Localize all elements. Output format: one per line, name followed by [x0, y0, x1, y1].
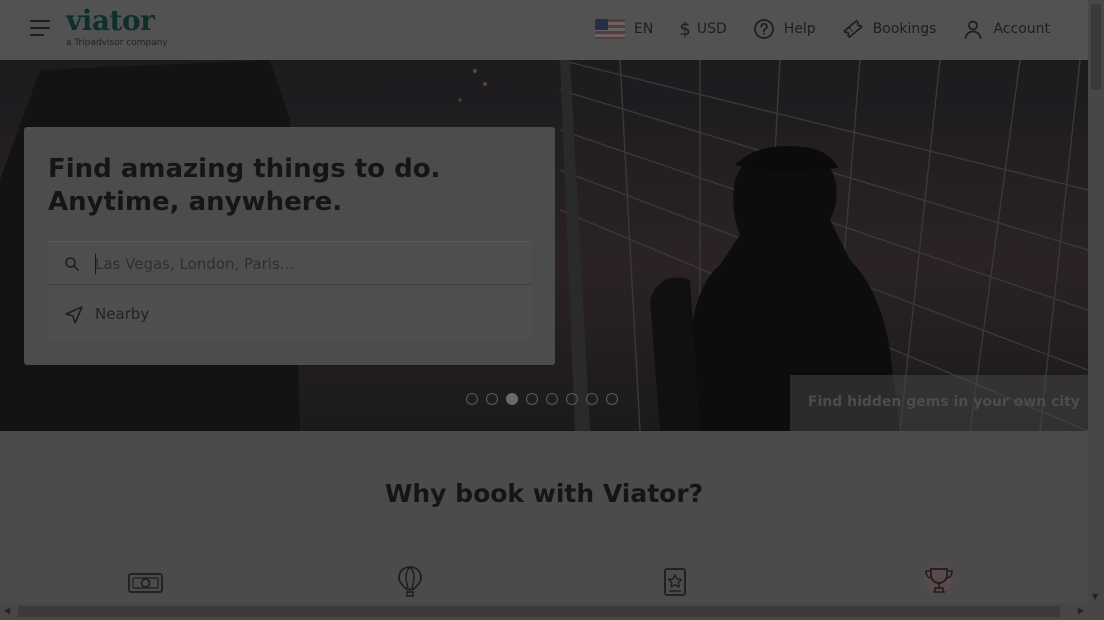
site-header: viator a Tripadvisor company EN $ USD He…	[0, 0, 1088, 60]
help-link[interactable]: Help	[753, 18, 816, 40]
nearby-option[interactable]: Nearby	[48, 288, 531, 340]
hero-title-line2: Anytime, anywhere.	[48, 187, 343, 217]
carousel-dot[interactable]	[546, 393, 558, 405]
bookings-link[interactable]: Bookings	[842, 18, 937, 40]
ticket-icon	[842, 18, 864, 40]
scroll-down-arrow-icon[interactable]: ▼	[1092, 592, 1098, 601]
vertical-scrollbar-thumb[interactable]	[1091, 4, 1101, 90]
account-link[interactable]: Account	[962, 18, 1050, 40]
account-label: Account	[993, 21, 1050, 37]
scroll-right-arrow-icon[interactable]: ▶	[1078, 606, 1084, 615]
carousel-dots	[466, 393, 618, 405]
currency-label: USD	[696, 21, 727, 37]
carousel-dot[interactable]	[526, 393, 538, 405]
hero-title: Find amazing things to do. Anytime, anyw…	[48, 153, 528, 219]
language-selector[interactable]: EN	[595, 19, 653, 39]
nearby-label: Nearby	[95, 305, 150, 323]
help-label: Help	[783, 21, 816, 37]
horizontal-scrollbar[interactable]: ◀ ▶	[0, 603, 1104, 620]
text-caret	[95, 254, 96, 274]
carousel-dot[interactable]	[606, 393, 618, 405]
cash-icon	[128, 573, 163, 593]
header-nav: EN $ USD Help Bookings Account	[595, 18, 1050, 40]
viator-logo[interactable]: viator a Tripadvisor company	[66, 4, 168, 49]
us-flag-icon	[595, 19, 626, 39]
carousel-dot[interactable]	[506, 393, 518, 405]
scroll-left-arrow-icon[interactable]: ◀	[4, 606, 10, 615]
why-book-section: Why book with Viator?	[0, 431, 1088, 603]
carousel-dot[interactable]	[466, 393, 478, 405]
hero-banner: Find amazing things to do. Anytime, anyw…	[0, 60, 1088, 431]
help-icon	[753, 18, 775, 40]
hero-title-line1: Find amazing things to do.	[48, 154, 441, 184]
destination-search-field[interactable]	[48, 241, 531, 285]
location-arrow-icon	[64, 305, 84, 329]
search-input[interactable]	[95, 252, 515, 276]
search-card: Find amazing things to do. Anytime, anyw…	[24, 127, 555, 365]
dollar-icon: $	[679, 18, 691, 40]
vertical-scrollbar[interactable]: ▼	[1088, 0, 1104, 603]
carousel-dot[interactable]	[486, 393, 498, 405]
carousel-dot[interactable]	[566, 393, 578, 405]
bookings-label: Bookings	[872, 21, 937, 37]
scrollbar-corner	[1088, 603, 1104, 620]
language-label: EN	[634, 21, 654, 37]
logo-tagline: a Tripadvisor company	[66, 38, 168, 48]
trophy-icon	[925, 565, 953, 593]
hero-caption: Find hidden gems in your own city	[807, 394, 1080, 410]
logo-wordmark: viator	[66, 4, 155, 37]
search-icon	[64, 256, 80, 276]
section-title: Why book with Viator?	[384, 479, 704, 508]
review-star-icon	[664, 568, 686, 596]
horizontal-scrollbar-thumb[interactable]	[18, 606, 1060, 617]
hot-air-balloon-icon	[398, 566, 422, 597]
currency-selector[interactable]: $ USD	[679, 19, 726, 40]
user-icon	[962, 18, 984, 40]
carousel-dot[interactable]	[586, 393, 598, 405]
menu-icon[interactable]	[30, 20, 50, 36]
